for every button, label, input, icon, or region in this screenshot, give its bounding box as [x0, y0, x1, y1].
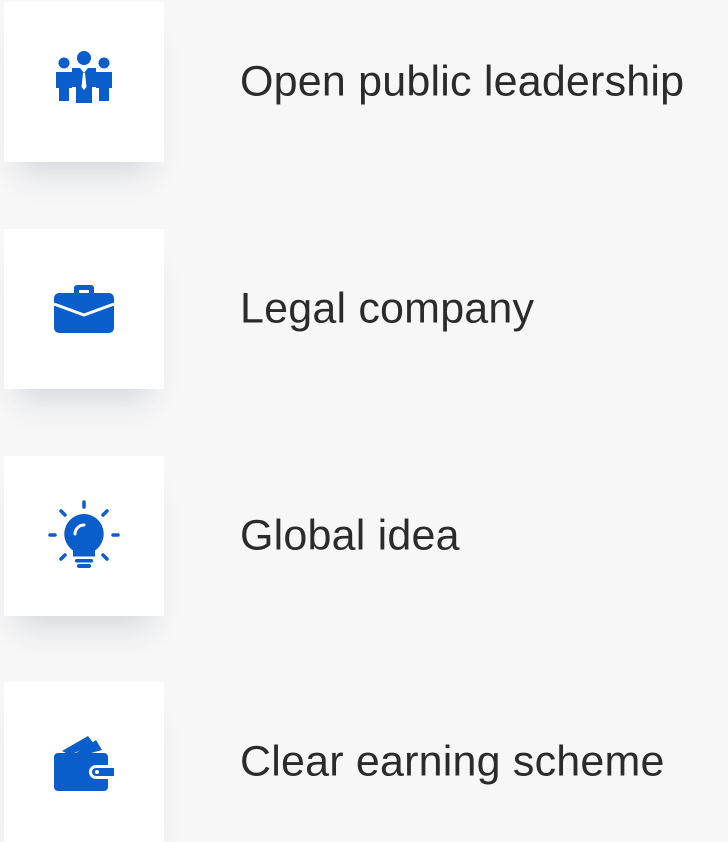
- feature-label: Open public leadership: [240, 57, 685, 106]
- icon-card: [4, 229, 164, 389]
- feature-item: Global idea: [4, 456, 728, 616]
- feature-label: Clear earning scheme: [240, 737, 665, 786]
- lightbulb-icon: [48, 500, 120, 568]
- icon-card: [4, 2, 164, 162]
- wallet-icon: [54, 736, 114, 791]
- feature-item: Open public leadership: [4, 2, 728, 162]
- feature-label: Global idea: [240, 511, 460, 560]
- icon-card: [4, 682, 164, 842]
- feature-item: Clear earning scheme: [4, 682, 728, 842]
- icon-card: [4, 456, 164, 616]
- team-icon: [56, 51, 112, 103]
- feature-item: Legal company: [4, 229, 728, 389]
- briefcase-icon: [53, 285, 115, 333]
- feature-label: Legal company: [240, 284, 535, 333]
